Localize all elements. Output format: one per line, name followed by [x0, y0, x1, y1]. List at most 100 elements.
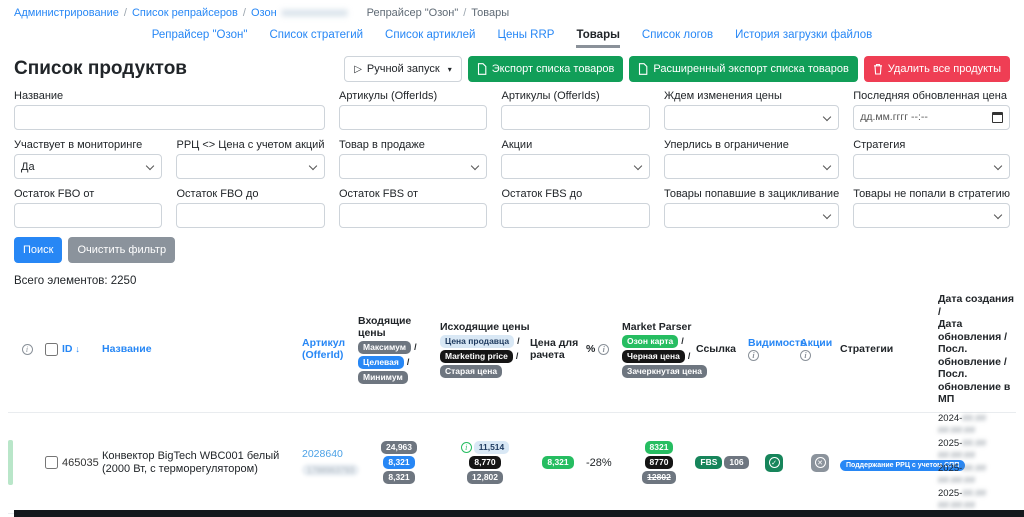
visibility-on-icon[interactable]: ✓ [765, 453, 783, 472]
clear-filter-button[interactable]: Очистить фильтр [68, 237, 176, 263]
calc-price-badge: 8,321 [542, 456, 574, 469]
filter-input[interactable] [14, 105, 325, 130]
filter-input[interactable] [338, 203, 488, 228]
column-offer[interactable]: Артикул (OfferId) [302, 337, 358, 361]
filter-input[interactable] [176, 203, 325, 228]
row-checkbox[interactable] [44, 456, 58, 469]
filter-field: Товары попавшие в зацикливание [663, 188, 840, 228]
bottom-bar [14, 510, 1024, 517]
filter-label: Товары не попали в стратегию [853, 188, 1010, 200]
document-icon [477, 63, 487, 75]
filter-label: Акции [501, 139, 533, 151]
filter-input[interactable] [501, 203, 650, 228]
row-id: 465035 [62, 456, 99, 469]
sort-desc-icon: ↓ [75, 344, 80, 355]
chevron-down-icon [822, 112, 832, 122]
play-icon: ▷ [354, 63, 362, 75]
product-name: Конвектор BigTech WBC001 белый (2000 Вт,… [102, 449, 280, 475]
select-all-checkbox[interactable] [44, 342, 58, 356]
breadcrumb-item[interactable]: Озон [251, 7, 277, 19]
filter-field: Последняя обновленная цена дд.мм.гггг --:… [853, 90, 1010, 130]
percent-value: -28% [586, 456, 612, 469]
calendar-icon[interactable] [992, 112, 1003, 123]
filter-select[interactable] [853, 154, 1010, 179]
filter-label: Название [14, 90, 64, 102]
filter-select[interactable] [663, 105, 840, 130]
incoming-price-badge: 8,321 [383, 456, 415, 469]
chevron-down-icon [993, 161, 1003, 171]
column-strategies: Стратегии [840, 343, 894, 356]
filter-select[interactable] [176, 154, 325, 179]
filter-label: Последняя обновленная цена [853, 90, 1007, 102]
column-visibility[interactable]: Видимость i [748, 337, 807, 362]
date-input[interactable] [853, 105, 1010, 130]
tab-item[interactable]: Репрайсер "Озон" [152, 29, 248, 48]
filter-input[interactable] [14, 203, 163, 228]
link-cell[interactable]: FBS 106 [695, 456, 749, 469]
filter-form: Название Артикулы (OfferIds) Артикулы (Off… [14, 90, 1010, 228]
scheme-badge: FBS [695, 456, 723, 469]
tab-active[interactable]: Товары [576, 29, 620, 48]
seller-price-badge: 11,514 [473, 441, 510, 454]
trash-icon [873, 63, 882, 75]
tab-item[interactable]: Список артиклей [385, 29, 475, 48]
market-parser-badge: 12802 [642, 471, 676, 484]
filter-select[interactable]: Да [14, 154, 163, 179]
strategies-cell: Поддержание РРЦ с учетом СПП [840, 454, 966, 472]
filter-select[interactable] [853, 203, 1010, 228]
filter-input[interactable] [338, 105, 488, 130]
manual-run-button[interactable]: ▷ Ручной запуск ▾ [344, 56, 462, 82]
info-icon[interactable]: i [598, 344, 610, 356]
filter-date-wrapper: дд.мм.гггг --:-- [853, 105, 1010, 130]
info-icon[interactable]: i [460, 442, 472, 453]
tab-item[interactable]: Список логов [642, 29, 713, 48]
extended-export-button[interactable]: Расширенный экспорт списка товаров [629, 56, 858, 82]
page-title: Список продуктов [14, 58, 187, 79]
filter-select[interactable] [663, 203, 840, 228]
document-icon [639, 63, 648, 75]
chevron-down-icon [993, 210, 1003, 220]
delete-all-button[interactable]: Удалить все продукты [863, 56, 1010, 82]
search-button[interactable]: Поиск [14, 237, 63, 263]
offer-id-link[interactable]: 2028640 [302, 448, 358, 460]
filter-select[interactable] [338, 154, 488, 179]
info-icon[interactable]: i [800, 350, 811, 362]
breadcrumb-separator: / [463, 7, 467, 19]
column-link: Ссылка [696, 343, 737, 356]
column-dates: Дата создания / Дата обновления / Посл. … [938, 293, 1014, 405]
breadcrumb-item[interactable]: Список репрайсеров [132, 7, 238, 19]
breadcrumb-item[interactable]: Администрирование [14, 7, 119, 19]
row-status-strip [8, 440, 13, 485]
chevron-down-icon [146, 161, 155, 171]
tab-item[interactable]: Список стратегий [269, 29, 363, 48]
tab-item[interactable]: История загрузки файлов [735, 29, 872, 48]
breadcrumb-separator: / [123, 7, 127, 19]
chevron-down-icon [822, 161, 832, 171]
column-id[interactable]: ID ↓ [62, 343, 102, 355]
date-year: 2025- [938, 487, 963, 499]
export-button[interactable]: Экспорт списка товаров [467, 56, 624, 82]
filter-field: РРЦ <> Цена с учетом акций [176, 139, 325, 179]
filter-select[interactable] [501, 154, 650, 179]
date-year: 2025- [938, 437, 963, 449]
column-promos[interactable]: Акции i [800, 337, 840, 362]
chevron-down-icon[interactable]: ▾ [448, 65, 452, 74]
column-market-parser: Market Parser Озон карта / Черная цена / З… [622, 321, 707, 378]
info-icon[interactable]: i [21, 343, 33, 355]
products-table: i ID ↓ Название Артикул (OfferId) Входящ… [8, 293, 1016, 517]
date-line: 2025-##.## ##:##:## [938, 463, 1016, 488]
date-line: 2025-##.## ##:##:## [938, 438, 1016, 463]
filter-select[interactable] [663, 154, 840, 179]
promos-off-icon[interactable]: ✕ [811, 453, 829, 472]
market-parser-prices: 8321 8770 12802 [622, 441, 696, 484]
filter-label: Товары попавшие в зацикливание [663, 188, 840, 200]
filter-label: Стратегия [853, 139, 906, 151]
filter-field: Название [14, 90, 325, 130]
promos-cell: ✕ [800, 453, 840, 472]
outgoing-line: i 11,514 [460, 441, 510, 454]
info-icon[interactable]: i [748, 350, 759, 362]
incoming-prices: 24,963 8,321 8,321 [358, 441, 440, 484]
filter-input[interactable] [501, 105, 650, 130]
column-name[interactable]: Название [102, 343, 302, 355]
tab-item[interactable]: Цены RRP [497, 29, 554, 48]
